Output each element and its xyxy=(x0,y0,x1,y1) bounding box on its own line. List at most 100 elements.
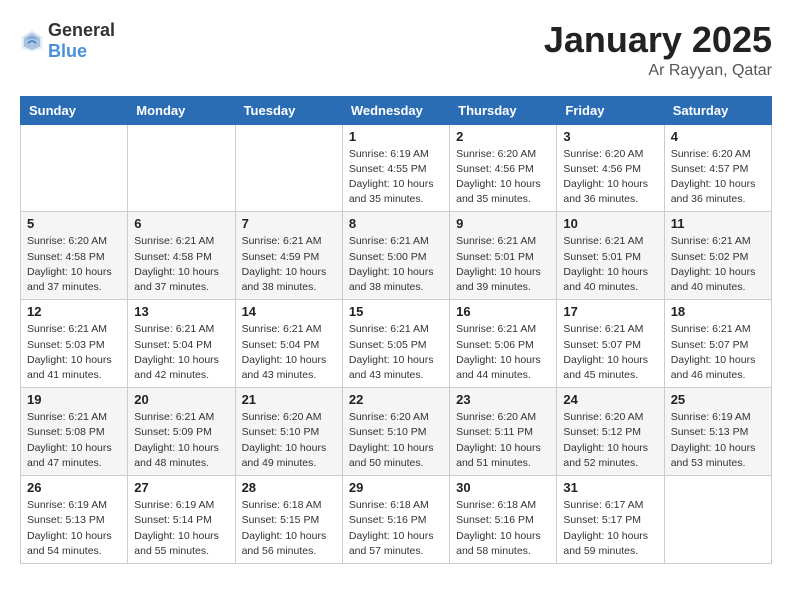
day-info: Sunrise: 6:20 AMSunset: 4:56 PMDaylight:… xyxy=(456,147,550,208)
logo-general: General xyxy=(48,20,115,40)
day-info: Sunrise: 6:21 AMSunset: 5:05 PMDaylight:… xyxy=(349,322,443,383)
day-number: 16 xyxy=(456,304,550,319)
day-info: Sunrise: 6:21 AMSunset: 4:58 PMDaylight:… xyxy=(134,234,228,295)
day-info: Sunrise: 6:21 AMSunset: 5:04 PMDaylight:… xyxy=(134,322,228,383)
day-number: 21 xyxy=(242,392,336,407)
calendar-cell: 15 Sunrise: 6:21 AMSunset: 5:05 PMDayligh… xyxy=(342,300,449,388)
calendar-cell: 27Sunrise: 6:19 AMSunset: 5:14 PMDayligh… xyxy=(128,476,235,564)
calendar-subtitle: Ar Rayyan, Qatar xyxy=(544,62,772,80)
calendar-cell: 13 Sunrise: 6:21 AMSunset: 5:04 PMDayligh… xyxy=(128,300,235,388)
calendar-cell: 10 Sunrise: 6:21 AMSunset: 5:01 PMDayligh… xyxy=(557,212,664,300)
logo-text: General Blue xyxy=(48,20,115,62)
calendar-cell: 9Sunrise: 6:21 AMSunset: 5:01 PMDaylight… xyxy=(450,212,557,300)
calendar-cell: 24 Sunrise: 6:20 AMSunset: 5:12 PMDayligh… xyxy=(557,388,664,476)
day-info: Sunrise: 6:21 AMSunset: 5:02 PMDaylight:… xyxy=(671,234,765,295)
weekday-header-monday: Monday xyxy=(128,96,235,124)
calendar-cell: 18 Sunrise: 6:21 AMSunset: 5:07 PMDayligh… xyxy=(664,300,771,388)
calendar-cell xyxy=(21,124,128,212)
calendar-cell: 7Sunrise: 6:21 AMSunset: 4:59 PMDaylight… xyxy=(235,212,342,300)
weekday-header-tuesday: Tuesday xyxy=(235,96,342,124)
day-number: 20 xyxy=(134,392,228,407)
calendar-cell: 29Sunrise: 6:18 AMSunset: 5:16 PMDayligh… xyxy=(342,476,449,564)
calendar-week-2: 5Sunrise: 6:20 AMSunset: 4:58 PMDaylight… xyxy=(21,212,772,300)
calendar-cell: 23 Sunrise: 6:20 AMSunset: 5:11 PMDayligh… xyxy=(450,388,557,476)
day-info: Sunrise: 6:21 AMSunset: 5:07 PMDaylight:… xyxy=(563,322,657,383)
calendar-cell: 3 Sunrise: 6:20 AMSunset: 4:56 PMDaylight… xyxy=(557,124,664,212)
day-info: Sunrise: 6:21 AMSunset: 5:03 PMDaylight:… xyxy=(27,322,121,383)
calendar-cell: 5Sunrise: 6:20 AMSunset: 4:58 PMDaylight… xyxy=(21,212,128,300)
weekday-header-wednesday: Wednesday xyxy=(342,96,449,124)
day-info: Sunrise: 6:21 AMSunset: 4:59 PMDaylight:… xyxy=(242,234,336,295)
calendar-week-3: 12 Sunrise: 6:21 AMSunset: 5:03 PMDayligh… xyxy=(21,300,772,388)
calendar-header: SundayMondayTuesdayWednesdayThursdayFrid… xyxy=(21,96,772,124)
logo-icon xyxy=(20,29,44,53)
day-info: Sunrise: 6:20 AMSunset: 4:56 PMDaylight:… xyxy=(563,147,657,208)
logo-blue: Blue xyxy=(48,41,87,61)
calendar-cell: 17Sunrise: 6:21 AMSunset: 5:07 PMDayligh… xyxy=(557,300,664,388)
calendar-cell: 19 Sunrise: 6:21 AMSunset: 5:08 PMDayligh… xyxy=(21,388,128,476)
calendar-title: January 2025 xyxy=(544,20,772,60)
calendar-cell: 1 Sunrise: 6:19 AMSunset: 4:55 PMDaylight… xyxy=(342,124,449,212)
calendar-cell: 30 Sunrise: 6:18 AMSunset: 5:16 PMDayligh… xyxy=(450,476,557,564)
day-info: Sunrise: 6:20 AMSunset: 4:57 PMDaylight:… xyxy=(671,147,765,208)
day-number: 1 xyxy=(349,129,443,144)
day-info: Sunrise: 6:21 AMSunset: 5:09 PMDaylight:… xyxy=(134,410,228,471)
calendar-body: 1 Sunrise: 6:19 AMSunset: 4:55 PMDaylight… xyxy=(21,124,772,563)
calendar-week-5: 26 Sunrise: 6:19 AMSunset: 5:13 PMDayligh… xyxy=(21,476,772,564)
day-info: Sunrise: 6:19 AMSunset: 4:55 PMDaylight:… xyxy=(349,147,443,208)
calendar-cell: 8 Sunrise: 6:21 AMSunset: 5:00 PMDaylight… xyxy=(342,212,449,300)
weekday-header-saturday: Saturday xyxy=(664,96,771,124)
day-info: Sunrise: 6:20 AMSunset: 5:11 PMDaylight:… xyxy=(456,410,550,471)
day-info: Sunrise: 6:21 AMSunset: 5:01 PMDaylight:… xyxy=(456,234,550,295)
day-number: 23 xyxy=(456,392,550,407)
day-number: 25 xyxy=(671,392,765,407)
day-number: 28 xyxy=(242,480,336,495)
day-number: 2 xyxy=(456,129,550,144)
day-number: 11 xyxy=(671,216,765,231)
calendar-cell: 26 Sunrise: 6:19 AMSunset: 5:13 PMDayligh… xyxy=(21,476,128,564)
day-info: Sunrise: 6:21 AMSunset: 5:07 PMDaylight:… xyxy=(671,322,765,383)
calendar-cell xyxy=(664,476,771,564)
day-info: Sunrise: 6:20 AMSunset: 5:12 PMDaylight:… xyxy=(563,410,657,471)
calendar-week-4: 19 Sunrise: 6:21 AMSunset: 5:08 PMDayligh… xyxy=(21,388,772,476)
day-info: Sunrise: 6:21 AMSunset: 5:08 PMDaylight:… xyxy=(27,410,121,471)
day-number: 22 xyxy=(349,392,443,407)
day-number: 14 xyxy=(242,304,336,319)
day-info: Sunrise: 6:17 AMSunset: 5:17 PMDaylight:… xyxy=(563,498,657,559)
day-info: Sunrise: 6:21 AMSunset: 5:01 PMDaylight:… xyxy=(563,234,657,295)
day-number: 26 xyxy=(27,480,121,495)
page-header: General Blue January 2025 Ar Rayyan, Qat… xyxy=(20,20,772,80)
calendar-cell: 11 Sunrise: 6:21 AMSunset: 5:02 PMDayligh… xyxy=(664,212,771,300)
day-info: Sunrise: 6:18 AMSunset: 5:15 PMDaylight:… xyxy=(242,498,336,559)
calendar-table: SundayMondayTuesdayWednesdayThursdayFrid… xyxy=(20,96,772,564)
day-number: 19 xyxy=(27,392,121,407)
calendar-cell: 14 Sunrise: 6:21 AMSunset: 5:04 PMDayligh… xyxy=(235,300,342,388)
day-number: 3 xyxy=(563,129,657,144)
weekday-header-friday: Friday xyxy=(557,96,664,124)
day-info: Sunrise: 6:21 AMSunset: 5:04 PMDaylight:… xyxy=(242,322,336,383)
day-number: 10 xyxy=(563,216,657,231)
day-info: Sunrise: 6:21 AMSunset: 5:00 PMDaylight:… xyxy=(349,234,443,295)
day-number: 13 xyxy=(134,304,228,319)
weekday-header-thursday: Thursday xyxy=(450,96,557,124)
calendar-cell: 28 Sunrise: 6:18 AMSunset: 5:15 PMDayligh… xyxy=(235,476,342,564)
day-info: Sunrise: 6:21 AMSunset: 5:06 PMDaylight:… xyxy=(456,322,550,383)
day-number: 18 xyxy=(671,304,765,319)
calendar-cell xyxy=(235,124,342,212)
day-number: 15 xyxy=(349,304,443,319)
day-info: Sunrise: 6:18 AMSunset: 5:16 PMDaylight:… xyxy=(456,498,550,559)
calendar-cell: 22Sunrise: 6:20 AMSunset: 5:10 PMDayligh… xyxy=(342,388,449,476)
calendar-cell: 2 Sunrise: 6:20 AMSunset: 4:56 PMDaylight… xyxy=(450,124,557,212)
calendar-cell: 31Sunrise: 6:17 AMSunset: 5:17 PMDayligh… xyxy=(557,476,664,564)
calendar-cell: 4Sunrise: 6:20 AMSunset: 4:57 PMDaylight… xyxy=(664,124,771,212)
day-number: 5 xyxy=(27,216,121,231)
day-number: 30 xyxy=(456,480,550,495)
day-info: Sunrise: 6:19 AMSunset: 5:13 PMDaylight:… xyxy=(27,498,121,559)
day-number: 24 xyxy=(563,392,657,407)
calendar-week-1: 1 Sunrise: 6:19 AMSunset: 4:55 PMDaylight… xyxy=(21,124,772,212)
day-number: 12 xyxy=(27,304,121,319)
day-number: 8 xyxy=(349,216,443,231)
calendar-cell: 25Sunrise: 6:19 AMSunset: 5:13 PMDayligh… xyxy=(664,388,771,476)
calendar-cell: 6Sunrise: 6:21 AMSunset: 4:58 PMDaylight… xyxy=(128,212,235,300)
calendar-cell: 21Sunrise: 6:20 AMSunset: 5:10 PMDayligh… xyxy=(235,388,342,476)
